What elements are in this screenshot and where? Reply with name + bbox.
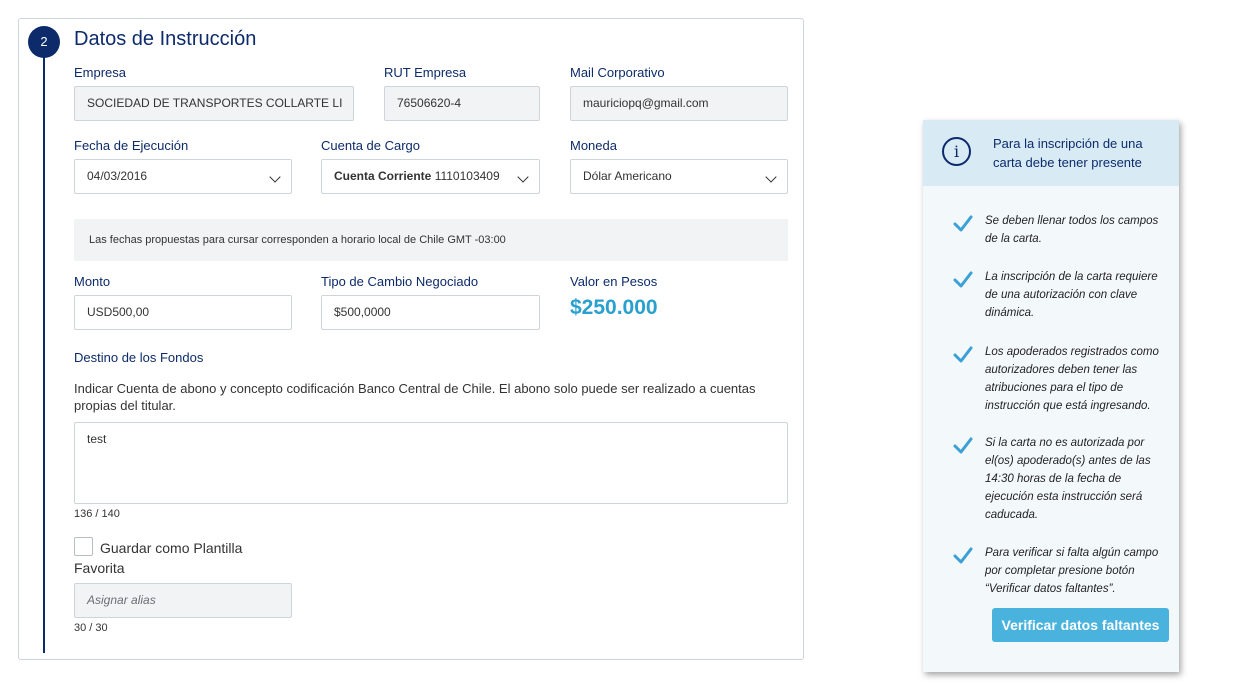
section-title: Datos de Instrucción [74, 28, 257, 50]
step-line [43, 41, 45, 653]
check-icon [953, 547, 973, 564]
empresa-field[interactable]: SOCIEDAD DE TRANSPORTES COLLARTE LI [74, 86, 354, 121]
step-number-badge: 2 [28, 26, 60, 58]
info-panel: i Para la inscripción de una carta debe … [923, 120, 1179, 672]
save-template-checkbox[interactable] [74, 537, 93, 556]
verify-missing-data-button[interactable]: Verificar datos faltantes [992, 608, 1169, 642]
chevron-down-icon [765, 171, 777, 183]
rut-label: RUT Empresa [384, 65, 467, 80]
monto-label: Monto [74, 274, 111, 289]
destino-label: Destino de los Fondos [74, 350, 204, 365]
info-panel-title: Para la inscripción de una carta debe te… [993, 136, 1143, 170]
tip-text: Para verificar si falta algún campo por … [985, 547, 1159, 595]
fecha-label: Fecha de Ejecución [74, 138, 189, 153]
tip-text: Si la carta no es autorizada por el(os) … [985, 437, 1151, 521]
valor-pesos-amount: $250.000 [570, 296, 658, 319]
tipo-cambio-input[interactable]: $500,0000 [321, 295, 540, 330]
tipo-cambio-label: Tipo de Cambio Negociado [321, 274, 479, 289]
mail-label: Mail Corporativo [570, 65, 665, 80]
destino-help-text: Indicar Cuenta de abono y concepto codif… [74, 381, 756, 413]
check-icon [953, 271, 973, 288]
destino-char-counter: 136 / 140 [74, 508, 120, 520]
rut-field[interactable]: 76506620-4 [384, 86, 540, 121]
check-icon [953, 437, 973, 454]
fecha-value: 04/03/2016 [87, 169, 148, 183]
moneda-select[interactable]: Dólar Americano [570, 159, 788, 194]
cuenta-select[interactable]: Cuenta Corriente 1110103409 [321, 159, 540, 194]
save-template-label-favorita[interactable]: Favorita [74, 560, 125, 576]
fecha-select[interactable]: 04/03/2016 [74, 159, 292, 194]
tip-text: Se deben llenar todos los campos de la c… [985, 215, 1159, 245]
info-icon: i [942, 137, 971, 166]
cuenta-label: Cuenta de Cargo [321, 138, 421, 153]
moneda-label: Moneda [570, 138, 617, 153]
chevron-down-icon [517, 171, 529, 183]
tip-text: Los apoderados registrados como autoriza… [985, 346, 1159, 412]
info-panel-header: i Para la inscripción de una carta debe … [923, 120, 1179, 186]
alias-input[interactable]: Asignar alias [74, 583, 292, 618]
save-template-label[interactable]: Guardar como Plantilla [100, 540, 242, 556]
moneda-value: Dólar Americano [583, 169, 672, 183]
destino-textarea[interactable]: test [74, 422, 788, 504]
tip-text: La inscripción de la carta requiere de u… [985, 271, 1158, 319]
instruction-form-card: 2 Datos de Instrucción Empresa SOCIEDAD … [18, 18, 804, 660]
empresa-label: Empresa [74, 65, 127, 80]
cuenta-number: 1110103409 [434, 169, 500, 183]
cuenta-type: Cuenta Corriente [334, 169, 435, 183]
mail-field[interactable]: mauriciopq@gmail.com [570, 86, 788, 121]
alias-char-counter: 30 / 30 [74, 622, 108, 634]
chevron-down-icon [269, 171, 281, 183]
valor-pesos-label: Valor en Pesos [570, 274, 658, 289]
check-icon [953, 346, 973, 363]
timezone-notice: Las fechas propuestas para cursar corres… [74, 219, 788, 261]
monto-input[interactable]: USD500,00 [74, 295, 292, 330]
check-icon [953, 215, 973, 232]
